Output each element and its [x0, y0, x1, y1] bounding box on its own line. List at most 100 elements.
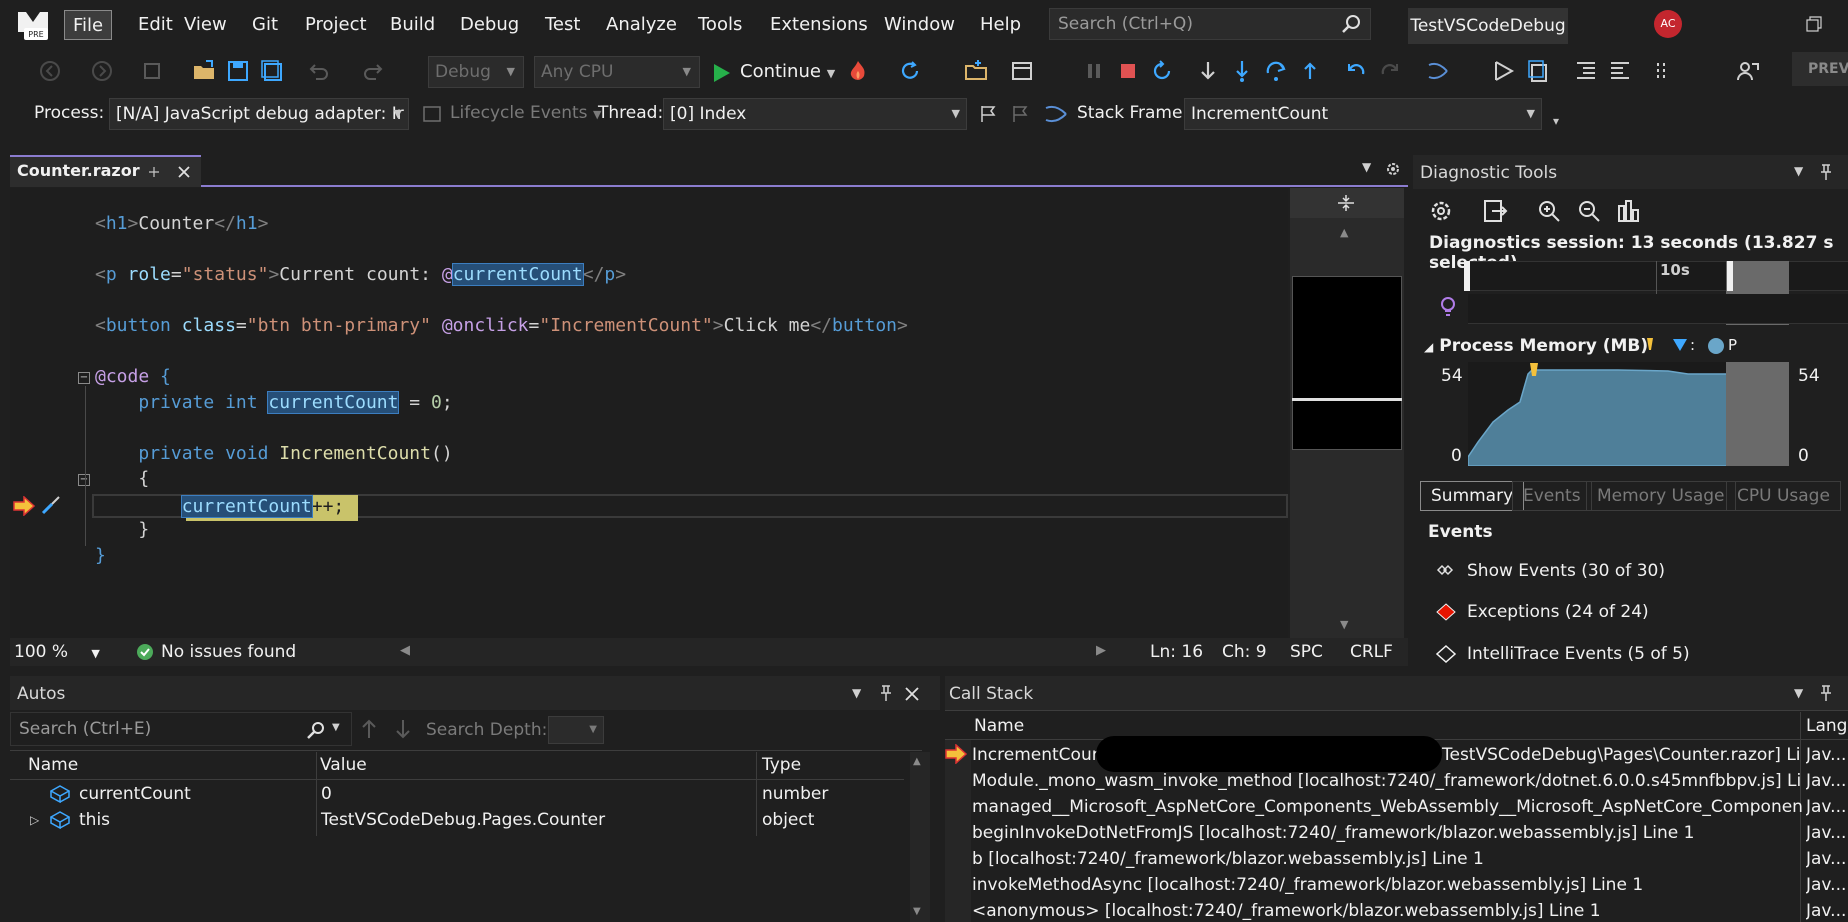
- refresh-icon[interactable]: [898, 59, 922, 83]
- navigate-back-icon[interactable]: [38, 59, 62, 83]
- line-number[interactable]: Ln: 16: [1150, 642, 1203, 662]
- minimap-viewport[interactable]: [1292, 276, 1402, 450]
- continue-button[interactable]: Continue ▼: [712, 56, 835, 88]
- menu-edit[interactable]: Edit: [130, 10, 181, 40]
- timeline-selection-end-handle[interactable]: [1727, 261, 1733, 291]
- restore-window-icon[interactable]: [1806, 16, 1822, 32]
- save-icon[interactable]: [226, 59, 250, 83]
- pin-icon[interactable]: [1818, 684, 1834, 702]
- solution-configuration-dropdown[interactable]: Debug ▼: [428, 56, 524, 88]
- autos-search-input[interactable]: Search (Ctrl+E): [10, 712, 352, 746]
- flag-thread-icon[interactable]: [978, 104, 998, 124]
- table-row[interactable]: ▷ this TestVSCodeDebug.Pages.Counter obj…: [10, 807, 904, 833]
- live-share-icon[interactable]: [1736, 59, 1760, 83]
- solution-platform-dropdown[interactable]: Any CPU ▼: [534, 56, 700, 88]
- pin-icon[interactable]: [1818, 163, 1834, 181]
- call-stack-frame[interactable]: b [localhost:7240/_framework/blazor.weba…: [972, 846, 1802, 872]
- more-options-icon[interactable]: [1652, 59, 1676, 83]
- lifecycle-events-dropdown[interactable]: Lifecycle Events ▼: [450, 103, 601, 123]
- menu-test[interactable]: Test: [537, 10, 588, 40]
- collapse-region-icon[interactable]: −: [78, 372, 90, 384]
- new-project-icon[interactable]: [140, 59, 164, 83]
- zoom-out-icon[interactable]: [1576, 198, 1602, 224]
- scroll-left-icon[interactable]: ◀: [400, 643, 410, 658]
- menu-project[interactable]: Project: [297, 10, 375, 40]
- menu-git[interactable]: Git: [244, 10, 286, 40]
- menu-window[interactable]: Window: [876, 10, 963, 40]
- split-view-icon[interactable]: [1336, 194, 1356, 212]
- chevron-down-icon[interactable]: ▼: [1794, 686, 1803, 700]
- toolbar-overflow-icon[interactable]: ▾: [1553, 114, 1559, 128]
- flag-all-icon[interactable]: [1010, 104, 1030, 124]
- column-header-value[interactable]: Value: [320, 752, 367, 778]
- reset-view-icon[interactable]: [1616, 198, 1642, 224]
- process-memory-heading[interactable]: ◢ Process Memory (MB): [1424, 336, 1648, 356]
- chevron-down-icon[interactable]: ▼: [332, 722, 340, 733]
- call-stack-frame[interactable]: Module._mono_wasm_invoke_method [localho…: [972, 768, 1802, 794]
- restart-icon[interactable]: [1150, 59, 1174, 83]
- gear-icon[interactable]: [1428, 198, 1454, 224]
- browse-folder-icon[interactable]: [964, 59, 988, 83]
- show-events-link[interactable]: Show Events (30 of 30): [1467, 561, 1665, 581]
- step-into-icon[interactable]: [1230, 59, 1254, 83]
- variable-value[interactable]: 0: [321, 781, 332, 807]
- collapse-region-icon[interactable]: −: [78, 474, 90, 486]
- menu-tools[interactable]: Tools: [690, 10, 750, 40]
- pin-tab-icon[interactable]: [146, 164, 162, 180]
- copy-icon[interactable]: [1526, 59, 1550, 83]
- expand-arrow-icon[interactable]: ▷: [30, 807, 39, 833]
- issues-status[interactable]: No issues found: [161, 642, 296, 662]
- tab-list-dropdown-icon[interactable]: ▼: [1362, 160, 1371, 174]
- scroll-up-icon[interactable]: ▲: [1340, 226, 1348, 239]
- column-number[interactable]: Ch: 9: [1222, 642, 1267, 662]
- open-folder-icon[interactable]: [192, 59, 216, 83]
- navigate-forward-icon[interactable]: [90, 59, 114, 83]
- hot-reload-icon[interactable]: [846, 59, 870, 83]
- threads-icon[interactable]: [1426, 59, 1450, 83]
- chevron-down-icon[interactable]: ▼: [852, 686, 861, 700]
- menu-view[interactable]: View: [176, 10, 235, 40]
- column-header-lang[interactable]: Lang: [1806, 713, 1847, 739]
- quick-actions-screwdriver-icon[interactable]: [40, 494, 62, 516]
- scroll-up-icon[interactable]: ▲: [913, 756, 921, 767]
- pin-icon[interactable]: [878, 684, 894, 702]
- search-next-icon[interactable]: [394, 718, 412, 740]
- thread-dropdown[interactable]: [0] Index ▼: [663, 98, 967, 130]
- pause-icon[interactable]: [1082, 59, 1106, 83]
- call-stack-frame[interactable]: <anonymous> [localhost:7240/_framework/b…: [972, 898, 1802, 922]
- line-ending[interactable]: CRLF: [1350, 642, 1393, 662]
- search-icon[interactable]: [306, 720, 326, 740]
- close-tab-icon[interactable]: [176, 164, 192, 180]
- indent-icon[interactable]: [1574, 59, 1598, 83]
- table-row[interactable]: currentCount 0 number: [10, 781, 904, 807]
- variable-value[interactable]: TestVSCodeDebug.Pages.Counter: [321, 807, 605, 833]
- tab-cpu-usage[interactable]: CPU Usage: [1726, 481, 1841, 511]
- exceptions-link[interactable]: Exceptions (24 of 24): [1467, 602, 1649, 622]
- redo-icon[interactable]: [362, 59, 386, 83]
- column-header-name[interactable]: Name: [974, 713, 1024, 739]
- step-forward-icon[interactable]: [1378, 59, 1402, 83]
- tab-memory-usage[interactable]: Memory Usage: [1586, 481, 1736, 511]
- zoom-level-dropdown[interactable]: 100 % ▼: [14, 642, 100, 662]
- zoom-in-icon[interactable]: [1536, 198, 1562, 224]
- menu-build[interactable]: Build: [382, 10, 443, 40]
- browser-link-icon[interactable]: [1010, 59, 1034, 83]
- menu-analyze[interactable]: Analyze: [598, 10, 685, 40]
- call-stack-frame[interactable]: managed__Microsoft_AspNetCore_Components…: [972, 794, 1802, 820]
- scroll-right-icon[interactable]: ▶: [1096, 643, 1106, 658]
- call-stack-frame[interactable]: beginInvokeDotNetFromJS [localhost:7240/…: [972, 820, 1802, 846]
- breakpoint-settings-icon[interactable]: [1492, 59, 1516, 83]
- intellitrace-events-link[interactable]: IntelliTrace Events (5 of 5): [1467, 644, 1690, 664]
- search-previous-icon[interactable]: [360, 718, 378, 740]
- search-depth-dropdown[interactable]: ▼: [548, 716, 604, 744]
- chevron-down-icon[interactable]: ▼: [1794, 164, 1803, 178]
- show-next-statement-icon[interactable]: [1196, 59, 1220, 83]
- menu-debug[interactable]: Debug: [452, 10, 527, 40]
- gear-icon[interactable]: [1384, 160, 1402, 178]
- menu-file[interactable]: File: [64, 10, 113, 40]
- events-track[interactable]: [1468, 294, 1848, 324]
- step-back-icon[interactable]: [1344, 59, 1368, 83]
- column-header-type[interactable]: Type: [762, 752, 801, 778]
- process-dropdown[interactable]: [N/A] JavaScript debug adapter: Ir ▼: [109, 98, 409, 130]
- solution-name-badge[interactable]: TestVSCodeDebug: [1408, 8, 1568, 44]
